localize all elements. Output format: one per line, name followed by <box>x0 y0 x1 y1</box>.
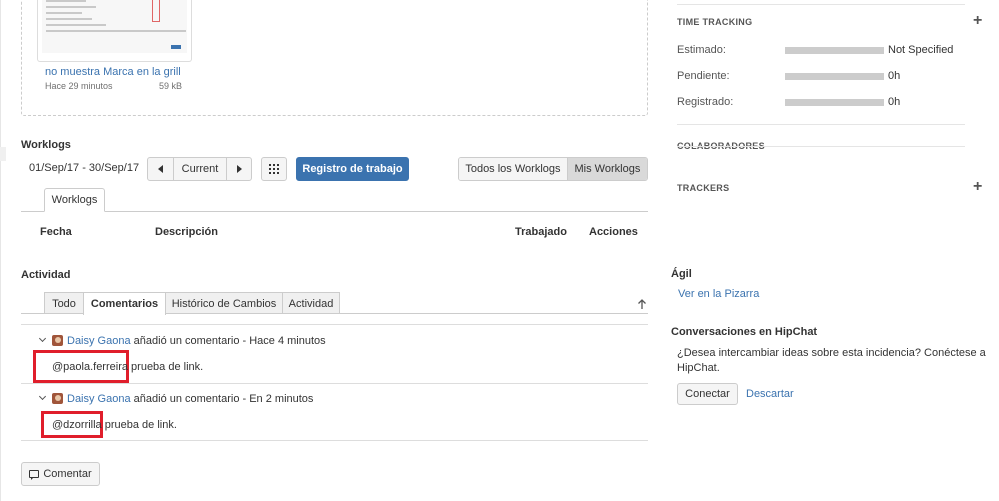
period-navigator: Current <box>147 157 252 181</box>
page-edge <box>0 0 1 501</box>
next-period-button[interactable] <box>227 158 251 180</box>
comment-meta: añadió un comentario - Hace 4 minutos <box>130 335 326 347</box>
previous-period-button[interactable] <box>148 158 174 180</box>
comment-author-link[interactable]: Daisy Gaona <box>67 393 131 405</box>
comment-body: @paola.ferreira prueba de link. <box>52 361 203 373</box>
comment-divider <box>21 440 648 441</box>
comment-author-link[interactable]: Daisy Gaona <box>67 335 131 347</box>
comment-text: prueba de link. <box>101 419 177 431</box>
thumbnail-button <box>171 45 181 49</box>
my-worklogs-button[interactable]: Mis Worklogs <box>567 158 647 180</box>
all-worklogs-button[interactable]: Todos los Worklogs <box>459 158 568 180</box>
comment-header: Daisy Gaona añadió un comentario - En 2 … <box>67 393 313 405</box>
attachment-time: Hace 29 minutos <box>45 81 113 91</box>
connect-button[interactable]: Conectar <box>677 383 738 405</box>
sort-order-icon[interactable] <box>637 298 647 310</box>
comment-header: Daisy Gaona añadió un comentario - Hace … <box>67 335 326 347</box>
logged-label: Registrado: <box>677 96 734 108</box>
current-period-button[interactable]: Current <box>174 158 227 180</box>
logged-bar <box>785 99 884 106</box>
remaining-bar <box>785 73 884 80</box>
tab-change-history[interactable]: Histórico de Cambios <box>165 292 283 314</box>
comment-divider <box>21 324 648 325</box>
thumbnail-image <box>42 0 187 53</box>
column-header-date: Fecha <box>40 226 72 238</box>
thumbnail-line <box>46 0 86 2</box>
comment-meta: añadió un comentario - En 2 minutos <box>130 393 314 405</box>
comment-text: prueba de link. <box>127 361 204 373</box>
column-header-description: Descripción <box>155 226 218 238</box>
comment-mention[interactable]: @dzorrilla <box>52 419 102 431</box>
remaining-label: Pendiente: <box>677 70 730 82</box>
estimated-value: Not Specified <box>888 44 954 56</box>
agile-heading: Ágil <box>671 268 692 280</box>
add-tracker-icon[interactable]: + <box>973 179 982 195</box>
worklogs-date-range: 01/Sep/17 - 30/Sep/17 <box>29 162 140 174</box>
view-on-board-link[interactable]: Ver en la Pizarra <box>678 288 759 300</box>
collapse-comment-icon[interactable] <box>38 392 47 401</box>
thumbnail-line <box>46 30 186 32</box>
comment-divider <box>21 383 648 384</box>
section-divider <box>677 4 965 5</box>
thumbnail-line <box>46 12 82 14</box>
tab-activity[interactable]: Actividad <box>282 292 340 314</box>
column-header-worked: Trabajado <box>515 226 567 238</box>
add-comment-button[interactable]: Comentar <box>21 462 100 486</box>
grid-icon <box>269 164 279 174</box>
worklogs-heading: Worklogs <box>21 139 71 151</box>
tab-all[interactable]: Todo <box>44 292 84 314</box>
page-edge-marker <box>0 147 6 161</box>
comment-body: @dzorrilla prueba de link. <box>52 419 177 431</box>
thumbnail-line <box>46 6 96 8</box>
hipchat-heading: Conversaciones en HipChat <box>671 326 818 338</box>
add-time-icon[interactable]: + <box>973 13 982 29</box>
worklogs-tab-divider <box>21 211 648 212</box>
collapse-comment-icon[interactable] <box>38 334 47 343</box>
activity-heading: Actividad <box>21 269 71 281</box>
log-work-button[interactable]: Registro de trabajo <box>296 157 409 181</box>
attachment-thumbnail[interactable] <box>37 0 192 62</box>
estimated-bar <box>785 47 884 54</box>
section-divider <box>677 124 965 125</box>
activity-tabs: Todo Comentarios Histórico de Cambios Ac… <box>44 292 340 315</box>
time-tracking-heading: TIME TRACKING <box>677 17 753 27</box>
hipchat-prompt: ¿Desea intercambiar ideas sobre esta inc… <box>677 347 986 374</box>
dismiss-link[interactable]: Descartar <box>746 388 794 400</box>
comment-mention[interactable]: @paola.ferreira <box>52 361 128 373</box>
thumbnail-line <box>46 24 106 26</box>
grid-view-button[interactable] <box>261 157 287 181</box>
tab-comments[interactable]: Comentarios <box>83 292 166 315</box>
section-divider <box>677 146 965 147</box>
attachment-name-link[interactable]: no muestra Marca en la grill <box>45 66 181 78</box>
worklog-filter: Todos los Worklogs Mis Worklogs <box>458 157 648 181</box>
thumbnail-highlight <box>152 0 160 22</box>
tab-worklogs[interactable]: Worklogs <box>44 188 105 212</box>
avatar <box>52 335 63 346</box>
comment-icon <box>29 470 40 480</box>
estimated-label: Estimado: <box>677 44 726 56</box>
trackers-heading: TRACKERS <box>677 183 730 193</box>
add-comment-label: Comentar <box>43 468 92 480</box>
remaining-value: 0h <box>888 70 901 82</box>
caret-right-icon <box>236 165 242 173</box>
logged-value: 0h <box>888 96 901 108</box>
column-header-actions: Acciones <box>589 226 638 238</box>
caret-left-icon <box>158 165 163 173</box>
thumbnail-line <box>46 18 92 20</box>
attachment-size: 59 kB <box>159 81 183 91</box>
avatar <box>52 393 63 404</box>
